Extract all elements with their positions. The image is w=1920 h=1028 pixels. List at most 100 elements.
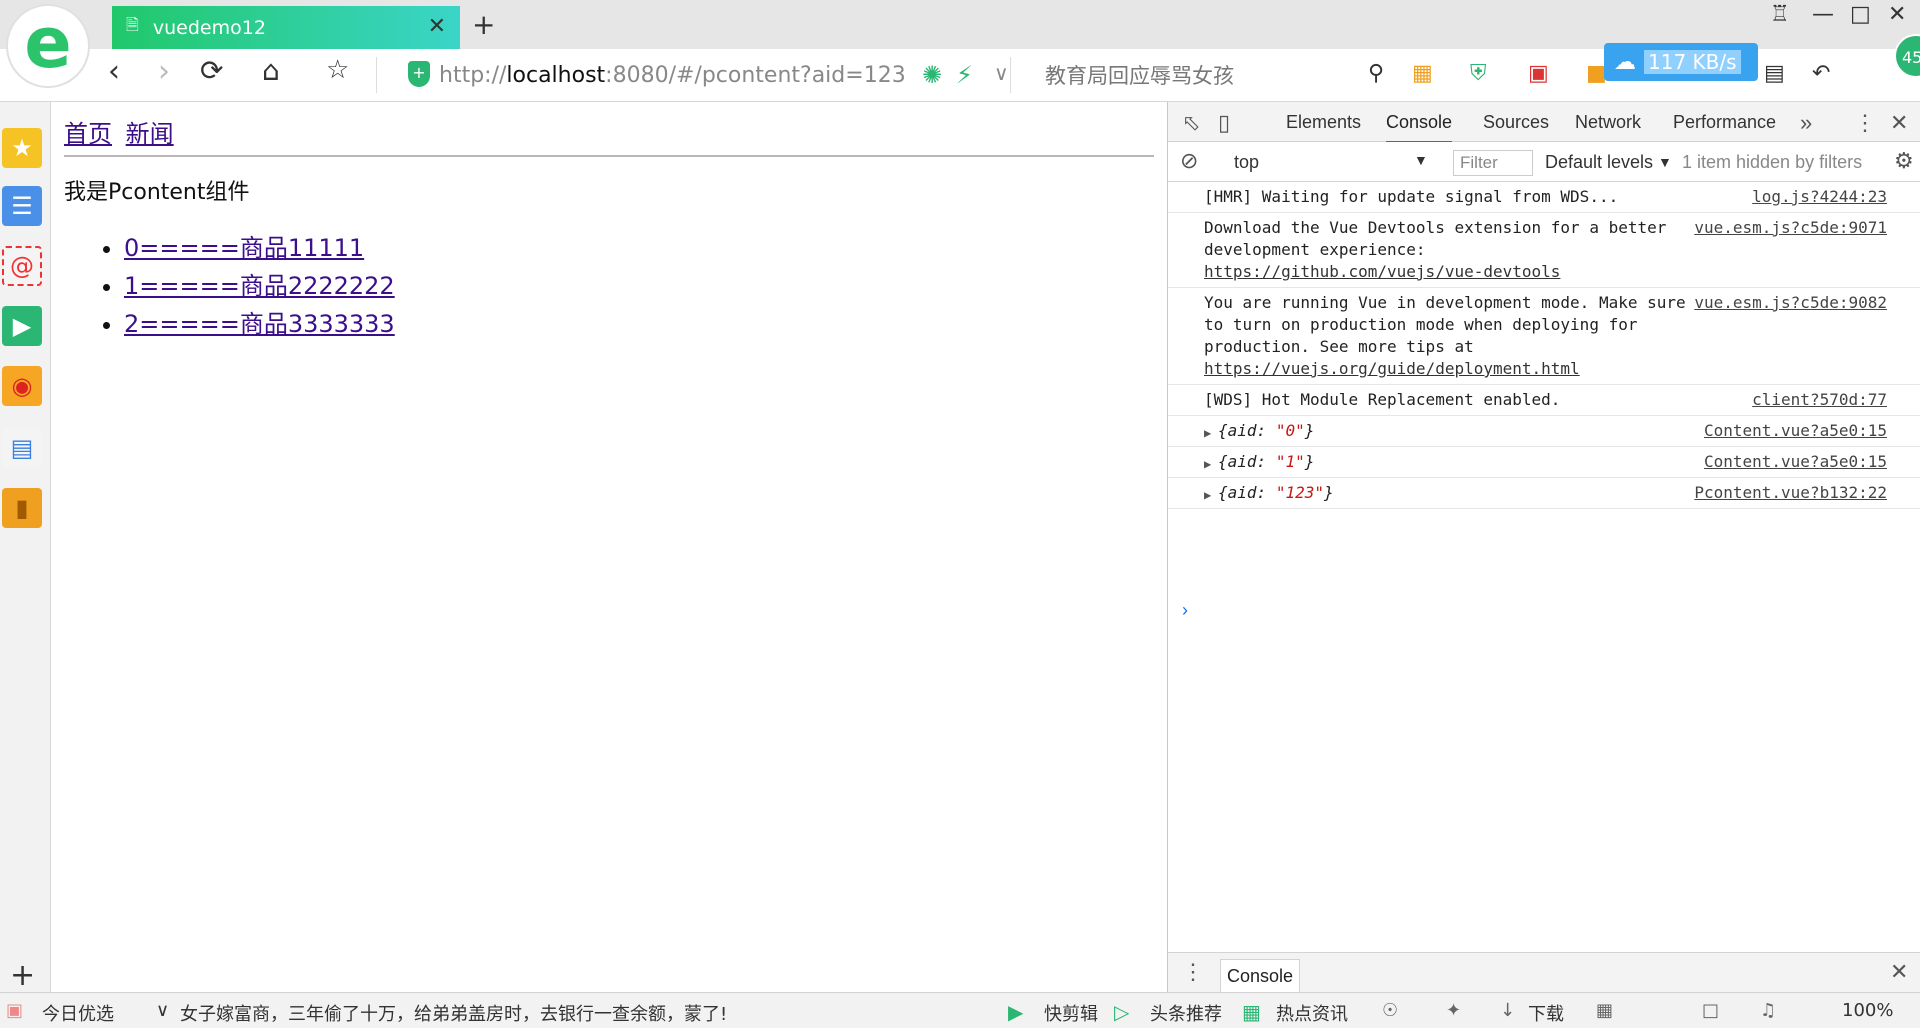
apps-icon[interactable]: ▦ [1412, 61, 1433, 86]
zoom-level[interactable]: 100% [1842, 1000, 1893, 1021]
nav-link-news[interactable]: 新闻 [126, 120, 174, 148]
compat-mode-icon[interactable]: ✺ [922, 61, 942, 89]
tab-console[interactable]: Console [1386, 112, 1453, 143]
product-link[interactable]: 0=====商品11111 [124, 234, 364, 262]
document-icon[interactable]: ▤ [2, 428, 42, 468]
quick-cut-icon[interactable]: ▶ [1008, 1000, 1023, 1024]
home-button[interactable]: ⌂ [262, 57, 280, 85]
speed-mode-icon[interactable]: ⚡ [956, 61, 973, 89]
tab-performance[interactable]: Performance [1673, 112, 1776, 133]
pin-icon[interactable]: ✦ [1446, 1000, 1461, 1021]
inspect-element-icon[interactable]: ⬁ [1182, 110, 1200, 136]
console-filter-bar: ⊘ top ▼ Filter Default levels ▼ 1 item h… [1168, 142, 1920, 182]
source-link[interactable]: vue.esm.js?c5de:9082 [1694, 292, 1887, 314]
tab-network[interactable]: Network [1575, 112, 1641, 133]
download-speed: 117 KB/s [1644, 50, 1741, 74]
console-object[interactable]: ▶ {aid: "1"} Content.vue?a5e0:15 [1168, 447, 1920, 478]
headline-link[interactable]: 头条推荐 [1150, 1000, 1222, 1026]
menu-kebab-icon[interactable]: ⋮ [1854, 110, 1876, 136]
minimize-button[interactable]: — [1812, 2, 1834, 27]
skin-icon[interactable]: ♖ [1770, 2, 1790, 27]
mail-icon[interactable]: @ [2, 246, 42, 286]
console-object[interactable]: ▶ {aid: "0"} Content.vue?a5e0:15 [1168, 416, 1920, 447]
hot-news-icon[interactable]: ▦ [1242, 1000, 1261, 1024]
close-drawer-icon[interactable]: ✕ [1890, 959, 1908, 985]
maximize-button[interactable]: □ [1850, 2, 1871, 27]
today-picks[interactable]: 今日优选 [42, 1000, 114, 1026]
device-toolbar-icon[interactable]: ▯ [1218, 110, 1230, 136]
search-icon[interactable]: ⚲ [1368, 61, 1384, 86]
news-ticker[interactable]: 女子嫁富商，三年偷了十万，给弟弟盖房时，去银行一查余额，蒙了! [180, 1000, 727, 1026]
source-link[interactable]: vue.esm.js?c5de:9071 [1694, 217, 1887, 239]
expand-triangle-icon[interactable]: ▶ [1204, 484, 1211, 506]
feeds-icon[interactable]: ☰ [2, 186, 42, 226]
download-speed-widget[interactable]: ☁ 117 KB/s [1604, 43, 1758, 81]
accelerate-icon[interactable]: ☉ [1382, 1000, 1398, 1021]
favorites-icon[interactable]: ★ [2, 128, 42, 168]
expand-triangle-icon[interactable]: ▶ [1204, 422, 1211, 444]
hot-news-link[interactable]: 热点资讯 [1276, 1000, 1348, 1026]
page-icon: 🗎 [126, 15, 139, 34]
deployment-url-link[interactable]: https://vuejs.org/guide/deployment.html [1204, 359, 1580, 378]
new-tab-button[interactable]: + [472, 8, 495, 41]
clipboard-icon[interactable]: ▤ [1764, 61, 1785, 86]
tab-sources[interactable]: Sources [1483, 112, 1549, 133]
bookmark-star-button[interactable]: ☆ [326, 57, 349, 83]
console-prompt-icon[interactable]: › [1182, 600, 1188, 621]
add-sidebar-button[interactable]: + [10, 958, 35, 993]
tab-active[interactable]: 🗎 vuedemo12 ✕ [112, 6, 460, 49]
security-shield-icon[interactable]: + [408, 61, 430, 87]
log-levels-select[interactable]: Default levels [1545, 152, 1653, 173]
nav-link-home[interactable]: 首页 [64, 120, 112, 148]
drawer-menu-icon[interactable]: ⋮ [1182, 959, 1204, 985]
chevrons-icon[interactable]: ∨ [156, 1000, 169, 1021]
devtools-url-link[interactable]: https://github.com/vuejs/vue-devtools [1204, 262, 1560, 281]
source-link[interactable]: Content.vue?a5e0:15 [1704, 451, 1887, 473]
sound-icon[interactable]: ♫ [1760, 1000, 1776, 1021]
back-button[interactable]: ‹ [108, 57, 120, 87]
close-tab-icon[interactable]: ✕ [428, 14, 446, 39]
drawer-tab-console[interactable]: Console [1220, 959, 1301, 993]
quick-cut-link[interactable]: 快剪辑 [1044, 1000, 1098, 1026]
product-list: 0=====商品11111 1=====商品2222222 2=====商品33… [124, 228, 395, 342]
gear-icon[interactable]: ⚙ [1894, 148, 1914, 174]
expand-triangle-icon[interactable]: ▶ [1204, 453, 1211, 475]
forward-button[interactable]: › [158, 57, 170, 87]
shield-icon[interactable]: ⛨ [1470, 61, 1487, 86]
context-dropdown-icon[interactable]: ▼ [1414, 152, 1428, 168]
tab-elements[interactable]: Elements [1286, 112, 1361, 133]
book-icon[interactable]: ▮ [2, 488, 42, 528]
search-input[interactable]: 教育局回应辱骂女孩 [1010, 57, 1390, 93]
filter-input[interactable]: Filter [1453, 150, 1533, 176]
undo-icon[interactable]: ↶ [1812, 61, 1830, 86]
video-icon[interactable]: ▶ [2, 306, 42, 346]
close-devtools-icon[interactable]: ✕ [1890, 110, 1908, 136]
product-link[interactable]: 2=====商品3333333 [124, 310, 395, 338]
source-link[interactable]: Content.vue?a5e0:15 [1704, 420, 1887, 442]
download-link[interactable]: 下载 [1528, 1000, 1564, 1026]
levels-dropdown-icon[interactable]: ▼ [1658, 154, 1672, 170]
tablet-icon[interactable]: ▦ [1596, 1000, 1613, 1021]
close-window-button[interactable]: ✕ [1888, 2, 1906, 27]
clear-console-icon[interactable]: ⊘ [1180, 148, 1198, 174]
reload-button[interactable]: ⟳ [200, 57, 223, 85]
headline-icon[interactable]: ▷ [1114, 1000, 1129, 1024]
address-bar[interactable]: http://localhost:8080/#/pcontent?aid=123 [376, 57, 996, 93]
source-link[interactable]: Pcontent.vue?b132:22 [1694, 482, 1887, 504]
status-bar: ▣ 今日优选 ∨ 女子嫁富商，三年偷了十万，给弟弟盖房时，去银行一查余额，蒙了!… [0, 992, 1920, 1028]
download-icon[interactable]: ↓ [1500, 1000, 1515, 1021]
translate-icon[interactable]: ▣ [1528, 61, 1549, 86]
product-link[interactable]: 1=====商品2222222 [124, 272, 395, 300]
console-object[interactable]: ▶ {aid: "123"} Pcontent.vue?b132:22 [1168, 478, 1920, 509]
context-selector[interactable]: top [1234, 152, 1259, 173]
tab-strip: 🗎 vuedemo12 ✕ + ♖ — □ ✕ [0, 0, 1920, 49]
gift-icon[interactable]: ▣ [6, 1000, 23, 1021]
browser-logo[interactable]: e [6, 4, 90, 88]
screen-icon[interactable]: □ [1702, 1000, 1719, 1021]
chevron-down-icon[interactable]: ∨ [994, 61, 1009, 85]
source-link[interactable]: log.js?4244:23 [1752, 186, 1887, 208]
list-item: 1=====商品2222222 [124, 266, 395, 301]
source-link[interactable]: client?570d:77 [1752, 389, 1887, 411]
weibo-icon[interactable]: ◉ [2, 366, 42, 406]
more-tabs-icon[interactable]: » [1800, 110, 1812, 136]
